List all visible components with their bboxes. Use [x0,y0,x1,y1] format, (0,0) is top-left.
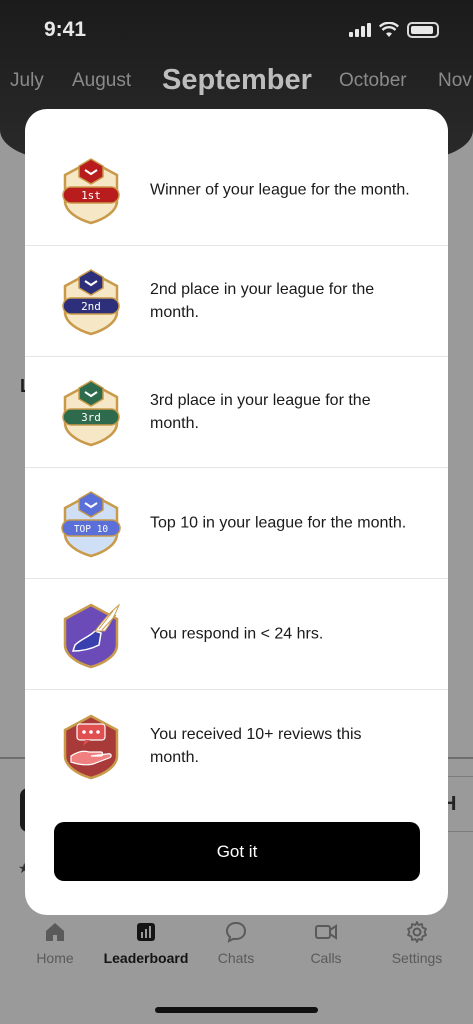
3rd-place-badge-icon: 3rd [62,380,120,447]
month-item[interactable]: July [10,70,44,92]
badge-row: TOP 10 Top 10 in your league for the mon… [25,468,448,579]
top-10-badge-icon: TOP 10 [61,491,121,558]
tab-calls[interactable]: Calls [281,920,371,966]
home-icon [46,923,64,941]
month-item[interactable]: October [339,70,407,92]
badge-label: TOP 10 [74,524,109,535]
month-item-selected[interactable]: September [162,64,312,97]
month-item[interactable]: Nov [438,70,472,92]
badge-row: You respond in < 24 hrs. [25,579,448,690]
status-bar: 9:41 [0,0,473,60]
tab-leaderboard[interactable]: Leaderboard [101,920,191,966]
reviews-badge-icon [63,714,119,780]
badge-description: You respond in < 24 hrs. [150,625,324,643]
status-time: 9:41 [44,18,87,41]
chat-bubble-icon [225,921,247,943]
winged-shoe-badge-icon [63,603,121,669]
wifi-icon [379,22,399,37]
leaderboard-icon [137,923,155,941]
tab-label: Home [36,950,74,966]
tab-label: Leaderboard [103,950,189,966]
badge-description: Top 10 in your league for the month. [150,514,407,532]
cellular-signal-icon [349,23,371,37]
badge-description: 3rd place in your league for the month. [150,392,371,432]
badge-row: 3rd 3rd place in your league for the mon… [25,357,448,468]
badge-label: 3rd [81,411,101,424]
badge-description: Winner of your league for the month. [150,181,410,199]
month-picker: July August September October Nov [0,62,473,102]
badge-label: 2nd [81,300,101,313]
status-icons [349,22,439,38]
badge-row: You received 10+ reviews this month. [25,690,448,801]
badges-modal: 1st Winner of your league for the month.… [25,109,448,915]
tab-chats[interactable]: Chats [191,920,281,966]
badge-description: You received 10+ reviews this month. [150,725,362,766]
tab-label: Calls [310,950,342,966]
got-it-button[interactable]: Got it [54,822,420,881]
month-item[interactable]: August [72,70,131,92]
2nd-place-badge-icon: 2nd [62,269,120,336]
gear-icon [407,921,427,943]
tab-settings[interactable]: Settings [372,920,462,966]
tab-home[interactable]: Home [10,920,100,966]
badge-description: 2nd place in your league for the month. [150,281,375,321]
battery-icon [407,22,439,38]
badge-row: 2nd 2nd place in your league for the mon… [25,246,448,357]
badge-row: 1st Winner of your league for the month. [25,135,448,246]
badge-label: 1st [81,189,101,202]
tab-label: Chats [217,950,255,966]
home-indicator [155,1007,318,1013]
video-camera-icon [315,924,337,940]
tab-label: Settings [391,950,443,966]
gold-1st-badge-icon: 1st [62,158,120,225]
